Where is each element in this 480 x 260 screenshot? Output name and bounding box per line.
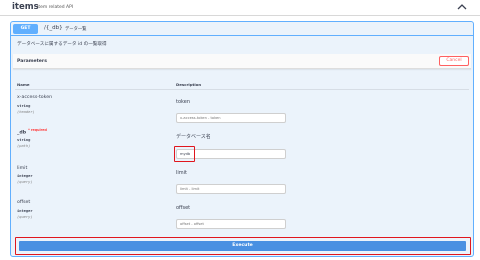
param-in-db: (path) <box>17 144 31 148</box>
param-in-limit: (query) <box>17 180 33 184</box>
column-header-name: Name <box>17 82 30 87</box>
header-divider <box>15 89 469 90</box>
chevron-up-icon[interactable] <box>457 3 467 11</box>
db-input-highlight <box>174 146 195 162</box>
param-name-offset: offset <box>17 200 31 205</box>
param-name-limit: limit <box>17 166 28 171</box>
param-name-db-text: _db <box>17 130 27 136</box>
operation-description: データベースに属するデータ id の一覧取得 <box>17 42 107 47</box>
tag-header[interactable]: items Item related API <box>0 0 480 16</box>
required-marker: * required <box>28 128 47 132</box>
operation-path: /{_db} <box>44 25 63 31</box>
param-type-limit: integer <box>17 174 33 178</box>
tag-title: items <box>12 2 39 12</box>
parameters-header: Parameters Cancel <box>13 54 471 69</box>
execute-button[interactable]: Execute <box>19 241 466 251</box>
parameters-title: Parameters <box>17 59 47 64</box>
limit-input[interactable] <box>176 184 286 194</box>
tag-description: Item related API <box>37 5 74 10</box>
param-name-x-access-token: x-access-token <box>17 95 53 100</box>
param-in-x-access-token: (header) <box>17 110 35 114</box>
param-type-offset: integer <box>17 209 33 213</box>
method-badge: GET <box>13 24 38 34</box>
cancel-button[interactable]: Cancel <box>439 56 469 66</box>
operation-summary-text: データ一覧 <box>65 27 87 32</box>
param-desc-limit: limit <box>176 170 187 176</box>
param-in-offset: (query) <box>17 215 33 219</box>
operation-summary[interactable]: GET /{_db} データ一覧 <box>11 22 473 36</box>
param-type-x-access-token: string <box>17 104 31 108</box>
offset-input[interactable] <box>176 219 286 229</box>
param-desc-x-access-token: token <box>176 99 190 105</box>
execute-highlight: Execute <box>15 237 471 255</box>
param-desc-offset: offset <box>176 205 191 211</box>
param-type-db: string <box>17 138 31 142</box>
operation-block: GET /{_db} データ一覧 データベースに属するデータ id の一覧取得 … <box>10 21 474 257</box>
param-name-db: _db* required <box>17 128 47 136</box>
x-access-token-input[interactable] <box>176 113 286 123</box>
column-header-description: Description <box>176 82 202 87</box>
param-desc-db: データベース名 <box>176 134 211 140</box>
